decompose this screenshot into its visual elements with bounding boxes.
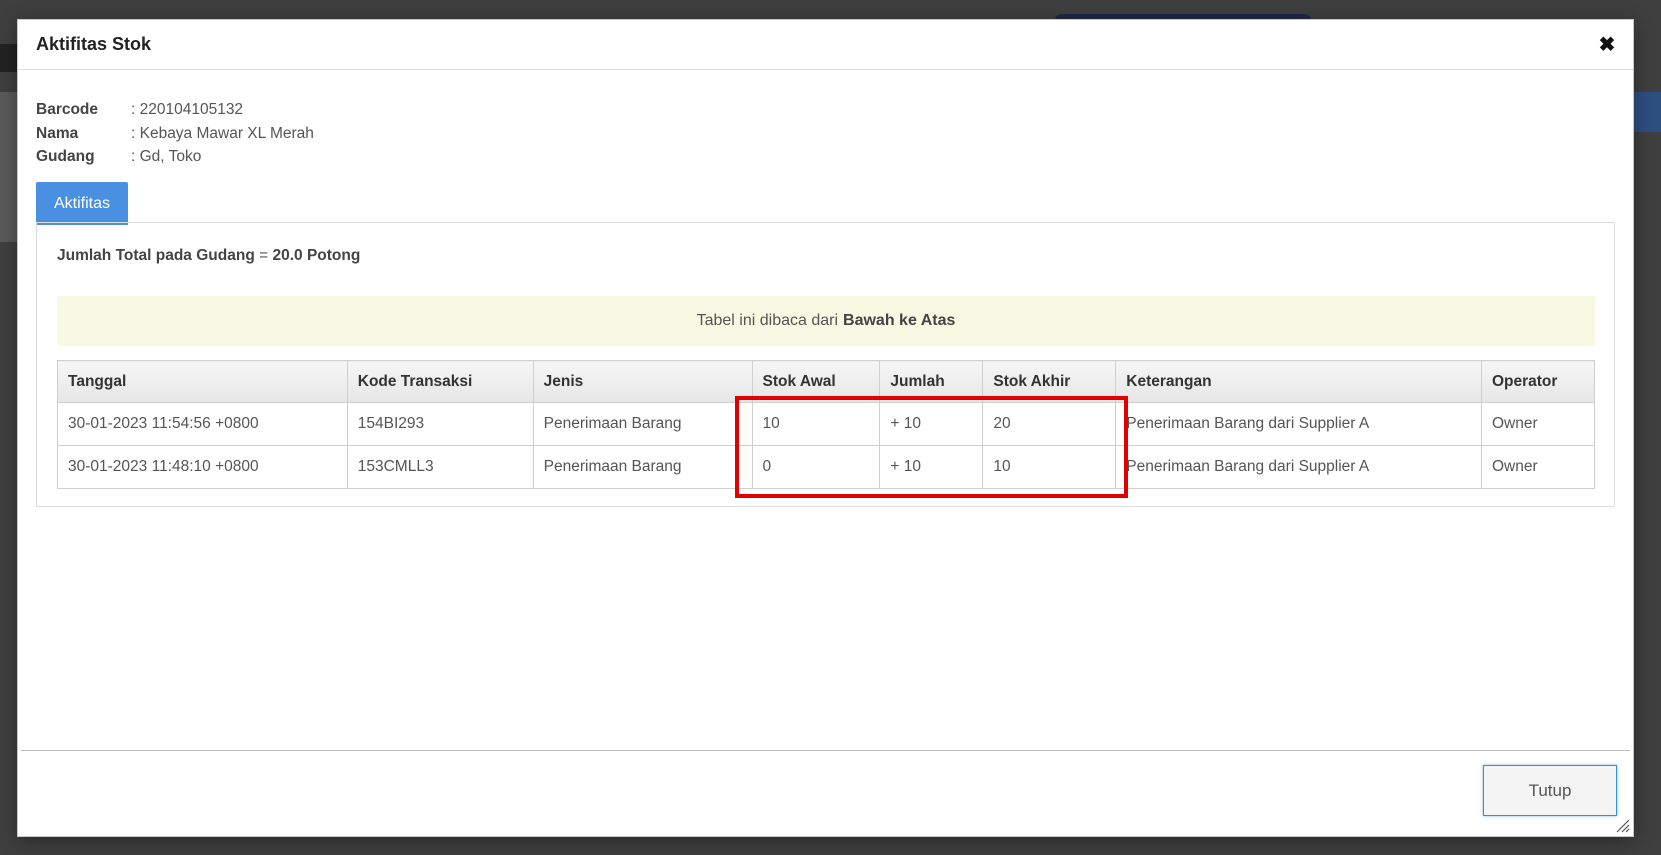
read-direction-notice: Tabel ini dibaca dari Bawah ke Atas [57, 296, 1595, 346]
summary-equals: = [259, 247, 269, 264]
table-cell: + 10 [879, 445, 984, 489]
tutup-button[interactable]: Tutup [1483, 765, 1617, 816]
activity-table: Tanggal Kode Transaksi Jenis Stok Awal J… [57, 360, 1596, 489]
table-cell: Penerimaan Barang dari Supplier A [1115, 445, 1482, 489]
notice-text: Tabel ini dibaca dari [696, 312, 839, 329]
stock-activity-modal: Aktifitas Stok ✖ Barcode : 220104105132 … [17, 19, 1634, 837]
info-value: : Gd, Toko [131, 148, 202, 165]
table-cell: 30-01-2023 11:54:56 +0800 [57, 402, 348, 446]
table-row: 30-01-2023 11:54:56 +0800 154BI293 Pener… [57, 402, 1596, 446]
item-info: Barcode : 220104105132 Nama : Kebaya Maw… [36, 98, 314, 169]
info-label: Gudang [36, 148, 95, 165]
info-label: Nama [36, 124, 79, 142]
info-value: : 220104105132 [131, 101, 244, 118]
column-header: Operator [1480, 360, 1596, 403]
table-cell: 153CMLL3 [346, 445, 534, 489]
table-cell: Penerimaan Barang [532, 402, 753, 446]
column-header: Stok Akhir [982, 360, 1117, 403]
table-header-row: Tanggal Kode Transaksi Jenis Stok Awal J… [57, 360, 1596, 403]
table-cell: + 10 [879, 402, 984, 446]
column-header: Tanggal [57, 360, 348, 403]
table-cell: Penerimaan Barang [532, 445, 753, 489]
tab-bar: Aktifitas [36, 182, 129, 225]
table-cell: Owner [1480, 445, 1596, 489]
column-header: Jumlah [879, 360, 984, 403]
modal-header: Aktifitas Stok ✖ [18, 20, 1633, 70]
info-row-barcode: Barcode : 220104105132 [36, 98, 314, 122]
background-panel [1633, 92, 1661, 132]
table-cell: 154BI293 [346, 402, 534, 446]
table-cell: Owner [1480, 402, 1596, 446]
info-value: : Kebaya Mawar XL Merah [131, 124, 314, 142]
tab-aktifitas[interactable]: Aktifitas [36, 182, 129, 225]
table-row: 30-01-2023 11:48:10 +0800 153CMLL3 Pener… [57, 445, 1596, 489]
column-header: Kode Transaksi [346, 360, 534, 403]
summary-label: Jumlah Total pada Gudang [57, 247, 255, 264]
info-row-gudang: Gudang : Gd, Toko [36, 145, 314, 169]
column-header: Keterangan [1115, 360, 1482, 403]
modal-title: Aktifitas Stok [36, 34, 152, 54]
column-header: Jenis [532, 360, 753, 403]
background-heading [0, 44, 18, 72]
modal-footer-divider [21, 750, 1630, 751]
table-cell: 10 [751, 402, 881, 446]
table-cell: 0 [751, 445, 881, 489]
summary-value: 20.0 Potong [272, 247, 361, 264]
tab-panel-aktifitas: Jumlah Total pada Gudang = 20.0 Potong T… [36, 222, 1615, 507]
close-icon[interactable]: ✖ [1597, 34, 1617, 56]
resize-handle-icon[interactable] [1614, 817, 1630, 833]
notice-bold: Bawah ke Atas [843, 312, 956, 329]
background-sidebar [0, 92, 17, 242]
table-cell: 20 [982, 402, 1117, 446]
table-cell: Penerimaan Barang dari Supplier A [1115, 402, 1482, 446]
table-cell: 10 [982, 445, 1117, 489]
info-label: Barcode [36, 101, 99, 118]
info-row-nama: Nama : Kebaya Mawar XL Merah [36, 122, 314, 146]
column-header: Stok Awal [751, 360, 881, 403]
total-stock-summary: Jumlah Total pada Gudang = 20.0 Potong [57, 247, 360, 265]
table-cell: 30-01-2023 11:48:10 +0800 [57, 445, 348, 489]
